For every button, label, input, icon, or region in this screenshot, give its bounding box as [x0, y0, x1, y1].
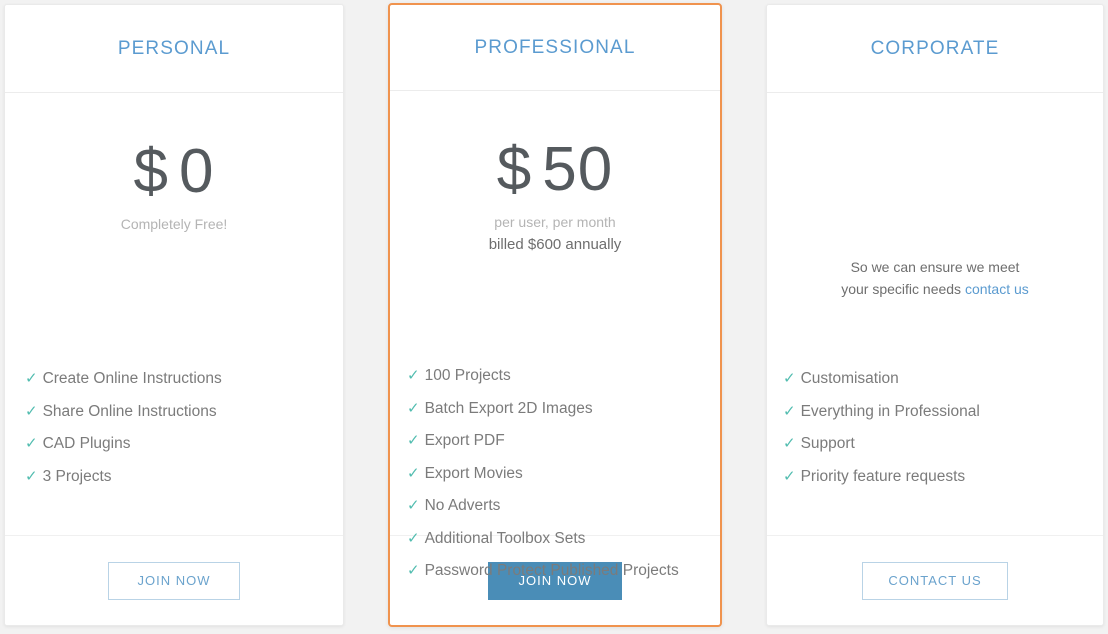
list-item: ✓ Additional Toolbox Sets — [407, 523, 720, 556]
list-item: ✓ Priority feature requests — [783, 461, 1103, 494]
price-subtitle-personal: Completely Free! — [120, 216, 228, 232]
pricing-card-professional: PROFESSIONAL $50 per user, per month bil… — [388, 3, 722, 627]
card-body-personal: $0 Completely Free! ✓ Create Online Instr… — [5, 93, 343, 536]
check-icon: ✓ — [407, 497, 420, 514]
check-icon: ✓ — [407, 562, 420, 579]
list-item: ✓ Share Online Instructions — [25, 396, 343, 429]
list-item: ✓ Batch Export 2D Images — [407, 393, 720, 426]
feature-list-professional: ✓ 100 Projects ✓ Batch Export 2D Images ✓ E… — [390, 360, 720, 588]
price-currency-professional: $ — [496, 135, 533, 204]
description-line-1: So we can ensure we meet — [850, 259, 1020, 275]
pricing-card-personal: PERSONAL $0 Completely Free! ✓ Create Onl… — [4, 4, 344, 626]
feature-list-corporate: ✓ Customisation ✓ Everything in Profession… — [767, 363, 1103, 493]
check-icon: ✓ — [407, 529, 420, 547]
feature-label: Create Online Instructions — [42, 370, 222, 387]
feature-label: Support — [800, 435, 855, 452]
list-item: ✓ CAD Plugins — [25, 428, 343, 461]
feature-label: CAD Plugins — [42, 435, 131, 452]
check-icon: ✓ — [25, 402, 38, 420]
feature-label: Everything in Professional — [800, 402, 980, 420]
feature-label: Batch Export 2D Images — [424, 399, 593, 417]
list-item: ✓ 100 Projects — [407, 360, 720, 393]
price-block-personal: $0 Completely Free! — [5, 93, 343, 233]
feature-label: Export PDF — [424, 432, 505, 449]
feature-list-personal: ✓ Create Online Instructions ✓ Share Onlin… — [5, 363, 343, 493]
list-item: ✓ Password Protect Published Projects — [407, 555, 720, 588]
list-item: ✓ 3 Projects — [25, 461, 343, 494]
price-amount-professional: 50 — [542, 135, 614, 204]
card-header-personal: PERSONAL — [5, 5, 343, 93]
description-line-2: your specific needs contact us — [767, 278, 1103, 300]
plan-description-corporate: So we can ensure we meet your specific n… — [767, 93, 1103, 300]
feature-label: 100 Projects — [424, 367, 511, 384]
check-icon: ✓ — [407, 432, 420, 449]
feature-label: Export Movies — [424, 464, 523, 482]
check-icon: ✓ — [407, 464, 420, 482]
feature-label: Additional Toolbox Sets — [424, 529, 586, 547]
list-item: ✓ No Adverts — [407, 490, 720, 523]
card-body-corporate: So we can ensure we meet your specific n… — [767, 93, 1103, 536]
description-text: your specific needs — [841, 281, 962, 297]
plan-title-professional: PROFESSIONAL — [474, 36, 636, 58]
list-item: ✓ Export Movies — [407, 458, 720, 491]
pricing-table: PERSONAL $0 Completely Free! ✓ Create Onl… — [0, 0, 1108, 634]
price-currency-personal: $ — [133, 137, 169, 206]
card-body-professional: $50 per user, per month billed $600 annu… — [390, 91, 720, 579]
price-personal: $0 — [5, 141, 343, 203]
plan-title-personal: PERSONAL — [117, 37, 231, 59]
price-amount-personal: 0 — [179, 137, 215, 206]
price-subtitle-professional: per user, per month — [494, 214, 616, 230]
card-header-professional: PROFESSIONAL — [390, 5, 720, 91]
list-item: ✓ Support — [783, 428, 1103, 461]
price-billing-note-professional: billed $600 annually — [488, 236, 622, 253]
check-icon: ✓ — [25, 467, 38, 485]
feature-label: No Adverts — [424, 497, 501, 514]
check-icon: ✓ — [407, 399, 420, 417]
check-icon: ✓ — [783, 467, 796, 485]
list-item: ✓ Create Online Instructions — [25, 363, 343, 396]
price-block-professional: $50 per user, per month billed $600 annu… — [390, 91, 720, 254]
feature-label: 3 Projects — [42, 467, 112, 485]
join-now-button-personal[interactable]: JOIN NOW — [108, 561, 240, 600]
card-footer-personal: JOIN NOW — [5, 536, 343, 625]
price-professional: $50 — [390, 139, 720, 201]
feature-label: Customisation — [800, 370, 899, 387]
list-item: ✓ Customisation — [783, 363, 1103, 396]
list-item: ✓ Everything in Professional — [783, 396, 1103, 429]
card-header-corporate: CORPORATE — [767, 5, 1103, 93]
check-icon: ✓ — [407, 367, 420, 384]
pricing-card-corporate: CORPORATE So we can ensure we meet your … — [766, 4, 1104, 626]
feature-label: Password Protect Published Projects — [424, 562, 679, 579]
list-item: ✓ Export PDF — [407, 425, 720, 458]
feature-label: Priority feature requests — [800, 467, 966, 485]
check-icon: ✓ — [25, 435, 38, 452]
contact-us-button-corporate[interactable]: CONTACT US — [862, 561, 1008, 600]
plan-title-corporate: CORPORATE — [870, 37, 1000, 59]
contact-us-link[interactable]: contact us — [965, 281, 1029, 297]
card-footer-corporate: CONTACT US — [767, 536, 1103, 625]
check-icon: ✓ — [25, 370, 38, 387]
check-icon: ✓ — [783, 370, 796, 387]
feature-label: Share Online Instructions — [42, 402, 217, 420]
check-icon: ✓ — [783, 435, 796, 452]
check-icon: ✓ — [783, 402, 796, 420]
